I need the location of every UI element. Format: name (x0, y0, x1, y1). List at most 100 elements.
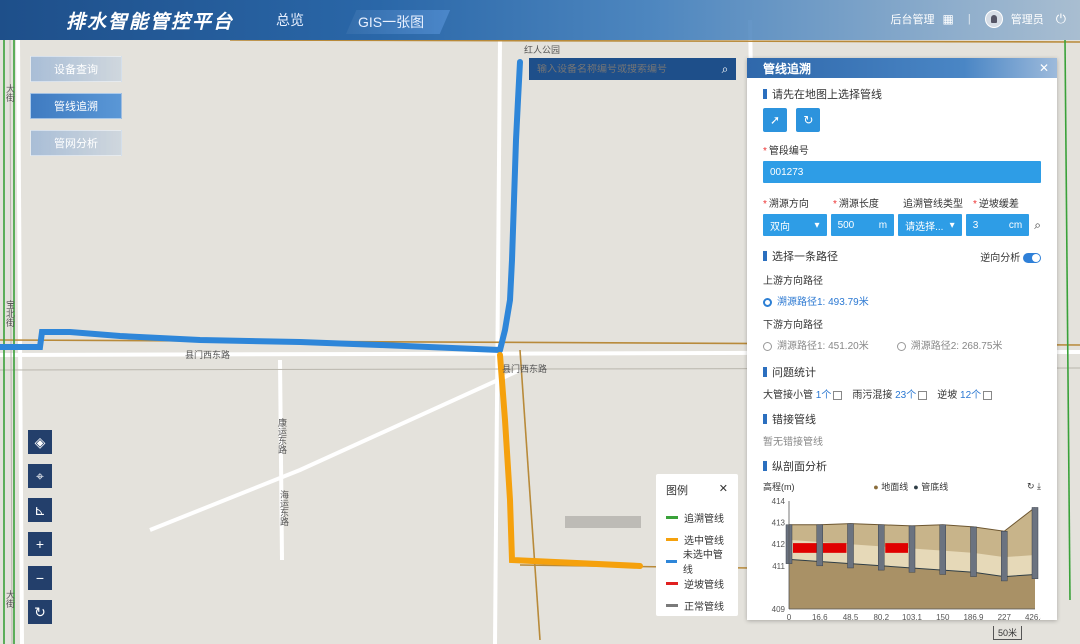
app-title: 排水智能管控平台 (66, 11, 235, 33)
search-icon[interactable]: ⌕ (714, 62, 736, 77)
downstream-path-option[interactable]: 溯源路径1: 451.20米 (763, 337, 869, 352)
manhole-mark (1001, 530, 1008, 582)
measure-icon[interactable]: ⊾ (28, 498, 52, 522)
length-label: 溯源长度 (838, 199, 879, 210)
upstream-path-option[interactable]: 溯源路径1: 493.79米 (763, 293, 1041, 308)
layers-icon[interactable]: ◈ (28, 430, 52, 454)
legend-label: 正常管线 (684, 601, 724, 613)
legend-label: 未选中管线 (682, 550, 723, 576)
manhole-mark (878, 524, 885, 571)
user-name[interactable]: 管理员 (1011, 11, 1044, 27)
downstream-title: 下游方向路径 (763, 320, 823, 331)
zoom-in-icon[interactable]: + (28, 532, 52, 556)
search-icon[interactable]: ⌕ (1034, 218, 1041, 233)
top-bar: 排水智能管控平台 总览 GIS一张图 后台管理 ▦ | 管理员 ⏻ (0, 0, 1080, 40)
downstream-path-option[interactable]: 溯源路径2: 268.75米 (896, 337, 1002, 352)
legend-label: 选中管线 (684, 535, 724, 547)
close-icon[interactable]: ✕ (1039, 61, 1049, 75)
legend-swatch (666, 603, 678, 607)
x-tick-label: 186.9 (963, 613, 984, 622)
reverse-label: 逆向分析 (980, 252, 1021, 264)
direction-select[interactable]: 双向 ▾ (763, 214, 827, 236)
download-icon[interactable]: ⤓ (1037, 481, 1041, 491)
paths-title: 选择一条路径 (763, 248, 838, 264)
slope-label: 逆坡缓差 (978, 199, 1019, 210)
x-tick-label: 103.1 (902, 613, 923, 622)
legend-item: 正常管线 (666, 594, 728, 616)
reset-button[interactable]: ↻ (796, 108, 821, 132)
manhole-mark (1031, 507, 1039, 580)
pipe-title: 错接管线 (763, 411, 1041, 427)
road-label: 海运东路 (279, 490, 289, 526)
legend-label: 追溯管线 (684, 513, 724, 525)
map-poi-label: 红人公园 (524, 45, 561, 55)
pipe-no-field[interactable]: 001273 (763, 161, 1041, 183)
legend-swatch (666, 559, 677, 563)
stat-item[interactable]: 大管接小管 1个 (763, 386, 843, 401)
x-tick-label: 227 (998, 613, 1012, 622)
x-tick-label: 80.2 (873, 613, 889, 622)
trace-panel: 管线追溯 ✕ 请先在地图上选择管线 ➚ ↻ * 管段编号 001273 * 溯源方向… (747, 58, 1057, 622)
type-select[interactable]: 请选择... ▾ (898, 214, 962, 236)
admin-icon[interactable]: ▦ (943, 12, 954, 26)
x-tick-label: 48.5 (843, 613, 859, 622)
top-right-controls: 后台管理 ▦ | 管理员 ⏻ (891, 10, 1066, 28)
direction-label: 溯源方向 (768, 199, 809, 210)
legend: 图例 ✕ 追溯管线选中管线未选中管线逆坡管线正常管线 (656, 474, 738, 616)
legend-label: 逆坡管线 (684, 579, 724, 591)
refresh-icon[interactable]: ↻ (1027, 481, 1035, 491)
manhole-mark (816, 524, 823, 567)
legend-ground: 地面线 (881, 482, 909, 492)
pipe-text: 暂无错接管线 (763, 437, 823, 448)
legend-swatch (666, 581, 678, 585)
manhole-mark (939, 524, 946, 575)
legend-bottom: 管底线 (921, 482, 949, 492)
x-tick-label: 0 (787, 613, 792, 622)
menu-item-network-analysis[interactable]: 管网分析 (30, 130, 122, 156)
tab-gis[interactable]: GIS一张图 (346, 10, 451, 34)
upstream-title: 上游方向路径 (763, 276, 823, 287)
refresh-icon[interactable]: ↻ (28, 600, 52, 624)
legend-swatch (666, 515, 678, 519)
select-cursor-button[interactable]: ➚ (763, 108, 787, 132)
y-tick-label: 409 (772, 605, 786, 614)
menu-item-device-query[interactable]: 设备查询 (30, 56, 122, 82)
road-label: 大街 (5, 590, 15, 608)
road-label: 县门西东路 (185, 350, 231, 360)
map-tools: ◈ ⌖ ⊾ + − ↻ (28, 430, 52, 634)
profile-title: 纵剖面分析 (763, 458, 1041, 474)
legend-swatch (666, 537, 678, 541)
y-tick-label: 412 (772, 540, 786, 549)
pipe-no-label: 管段编号 (768, 146, 809, 157)
slope-input[interactable]: 3 cm (965, 214, 1030, 236)
tab-overview[interactable]: 总览 (276, 10, 304, 30)
menu-item-pipe-trace[interactable]: 管线追溯 (30, 93, 122, 119)
close-icon[interactable]: ✕ (719, 482, 728, 498)
zoom-out-icon[interactable]: − (28, 566, 52, 590)
legend-item: 未选中管线 (666, 550, 728, 576)
legend-item: 追溯管线 (666, 506, 728, 528)
road-label: 康运东路 (277, 418, 287, 454)
profile-chart: 414 413 412 411 4090 16.6 48.5 80.2 103.1 150 186.… (772, 497, 1046, 622)
locate-icon[interactable]: ⌖ (28, 464, 52, 488)
legend-title: 图例 (666, 485, 688, 497)
y-tick-label: 413 (772, 519, 786, 528)
stat-item[interactable]: 雨污混接 23个 (852, 386, 928, 401)
panel-title: 管线追溯 (763, 61, 812, 76)
admin-link[interactable]: 后台管理 (891, 11, 935, 27)
stat-item[interactable]: 逆坡 12个 (937, 386, 993, 401)
avatar[interactable] (984, 10, 1003, 28)
left-menu: 设备查询 管线追溯 管网分析 (30, 56, 122, 167)
y-tick-label: 414 (772, 497, 786, 506)
power-icon[interactable]: ⏻ (1056, 11, 1066, 27)
search-input[interactable] (537, 63, 714, 75)
road-label: 宝北街 (5, 300, 15, 327)
length-input[interactable]: 500 m (830, 214, 895, 236)
select-title: 请先在地图上选择管线 (763, 86, 1041, 102)
y-tick-label: 411 (772, 562, 785, 571)
reverse-slope-mark (885, 543, 908, 553)
manhole-mark (908, 525, 916, 573)
legend-item: 逆坡管线 (666, 572, 728, 594)
type-label: 追溯管线类型 (903, 199, 963, 210)
reverse-toggle[interactable] (1023, 252, 1041, 263)
